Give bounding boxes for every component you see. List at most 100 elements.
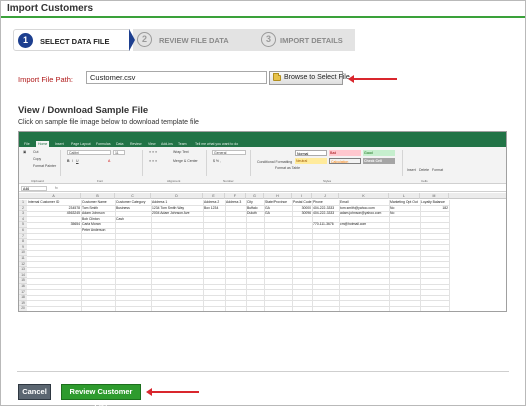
column-header[interactable]: E [203, 193, 225, 199]
spreadsheet-cell[interactable]: State/Province [265, 200, 287, 205]
browse-file-button-label: Browse to Select File [284, 74, 350, 81]
spreadsheet-cell[interactable]: 1234 Tom Smith Way [152, 206, 184, 211]
grid-line [27, 305, 449, 307]
delete-label: Delete [419, 168, 430, 172]
column-header[interactable]: J [312, 193, 339, 199]
column-header[interactable]: M [420, 193, 449, 199]
step-review-file-data[interactable]: 2 REVIEW FILE DATA [133, 29, 254, 51]
grid-line [339, 200, 340, 311]
ribbon-font-group: Calibri 11 B I U A Font [63, 150, 143, 183]
import-file-path-label: Import File Path: [18, 75, 74, 84]
import-file-path-input[interactable]: Customer.csv [86, 71, 267, 84]
row-header[interactable]: 20 [19, 306, 27, 311]
cut-label: Cut [33, 150, 39, 154]
spreadsheet-cell[interactable]: 30096 [292, 211, 311, 216]
spreadsheet-cell[interactable]: Email [340, 200, 348, 205]
align-icons: ≡ ≡ ≡ [149, 150, 158, 154]
font-color-icon: A [108, 159, 111, 163]
step-select-data-file[interactable]: 1 SELECT DATA FILE [13, 29, 130, 51]
spreadsheet-cell[interactable]: Internal Customer ID [28, 200, 59, 205]
align-icons-2: ≡ ≡ ≡ [149, 159, 158, 163]
spreadsheet-cell[interactable]: Customer Name [82, 200, 107, 205]
format-label: Format [432, 168, 444, 172]
spreadsheet-cell[interactable]: Address 2 [204, 200, 219, 205]
spreadsheet-cell[interactable]: adam.johnson@yahoo.com [340, 211, 381, 216]
grid-line [27, 300, 449, 301]
column-header[interactable]: K [339, 193, 389, 199]
spreadsheet-cell[interactable]: 182 [420, 206, 448, 211]
style-bad: Bad [329, 150, 361, 156]
spreadsheet-cell[interactable]: Adam Johnson [82, 211, 105, 216]
column-headers: ABCDEFGHIJKLM [19, 193, 506, 199]
insert-label: Insert [407, 168, 416, 172]
spreadsheet-cell[interactable]: 4563245 [27, 211, 80, 216]
column-header[interactable]: H [264, 193, 292, 199]
underline-icon: U [76, 159, 79, 163]
column-header[interactable]: G [246, 193, 264, 199]
footer-divider [17, 371, 509, 372]
spreadsheet-cell[interactable]: City [247, 200, 253, 205]
spreadsheet-cell[interactable]: Business [116, 206, 130, 211]
spreadsheet-cell[interactable]: cm@hotmail.com [340, 222, 366, 227]
column-header[interactable]: D [151, 193, 203, 199]
spreadsheet-cell[interactable]: 404-222-3333 [313, 206, 334, 211]
spreadsheet-cell[interactable]: Address 1 [152, 200, 167, 205]
cancel-button[interactable]: Cancel [18, 384, 51, 400]
window-title: Import Customers [7, 3, 94, 14]
spreadsheet-cell[interactable]: 770-111-3676 [313, 222, 334, 227]
spreadsheet-cell[interactable]: Buffalo [247, 206, 258, 211]
spreadsheet-cell[interactable]: No [390, 211, 394, 216]
red-pointer-arrow-icon [146, 388, 199, 396]
spreadsheet-cell[interactable]: 2004 Adam Johnson Ave [152, 211, 189, 216]
column-header[interactable]: L [389, 193, 420, 199]
column-header[interactable]: C [115, 193, 151, 199]
format-as-table-label: Format as Table [275, 166, 301, 170]
spreadsheet-cell[interactable]: GA [265, 211, 270, 216]
spreadsheet-cell[interactable]: Cash [116, 217, 124, 222]
spreadsheet-cell[interactable]: Duluth [247, 211, 257, 216]
spreadsheet-cell[interactable]: Address 3 [226, 200, 241, 205]
ribbon-number-group: General $ % , Number [209, 150, 251, 183]
step-import-details[interactable]: 3 IMPORT DETAILS [249, 29, 355, 51]
font-name-box: Calibri [67, 150, 111, 155]
spreadsheet-cell[interactable]: Marketing Opt Out [390, 200, 418, 205]
sample-file-image[interactable]: File Home Insert Page Layout Formulas Da… [18, 131, 507, 312]
spreadsheet-cell[interactable]: Peter Anderson [82, 228, 105, 233]
spreadsheet-cell[interactable]: GA [265, 206, 270, 211]
merge-center-label: Merge & Center [173, 159, 198, 163]
copy-label: Copy [33, 157, 42, 161]
grid-line [389, 200, 390, 311]
grid-line [27, 289, 449, 290]
conditional-formatting-label: Conditional Formatting [257, 160, 293, 164]
spreadsheet-cell[interactable]: 35654 [27, 222, 80, 227]
style-calculation: Calculation [329, 158, 361, 164]
column-header[interactable]: B [81, 193, 115, 199]
spreadsheet-cell[interactable]: 404-222-3333 [313, 211, 334, 216]
spreadsheet-cell[interactable]: Carla Moran [82, 222, 101, 227]
spreadsheet-cell[interactable]: No [390, 206, 394, 211]
spreadsheet-cell[interactable]: Tom Smith [82, 206, 98, 211]
excel-name-box: A46 [21, 186, 47, 191]
spreadsheet-cell[interactable]: Loyalty Balance [421, 200, 445, 205]
grid-line [420, 200, 421, 311]
review-customer-list-button[interactable]: Review Customer List [61, 384, 141, 410]
spreadsheet-cell[interactable]: Customer Category [116, 200, 145, 205]
currency-icons: $ % , [213, 159, 221, 163]
spreadsheet-cell[interactable]: Phone [313, 200, 323, 205]
column-header[interactable]: A [27, 193, 81, 199]
spreadsheet-cell[interactable]: 234578 [27, 206, 80, 211]
column-header[interactable]: I [292, 193, 312, 199]
grid-line [246, 200, 247, 311]
browse-file-button[interactable]: Browse to Select File [269, 71, 350, 85]
spreadsheet-cell[interactable]: Box 1234 [204, 206, 218, 211]
spreadsheet-cell[interactable]: Postal Code [293, 200, 311, 205]
column-header[interactable]: F [225, 193, 246, 199]
grid-line [27, 266, 449, 268]
grid-line [27, 244, 449, 245]
spreadsheet-cell[interactable]: Bob Clinton [82, 217, 100, 222]
sample-file-heading: View / Download Sample File [18, 105, 149, 116]
spreadsheet-cell[interactable]: 30000 [292, 206, 311, 211]
spreadsheet-cell[interactable]: tom.smith@yahoo.com [340, 206, 375, 211]
title-bar: Import Customers [1, 1, 525, 18]
style-neutral: Neutral [295, 158, 327, 164]
